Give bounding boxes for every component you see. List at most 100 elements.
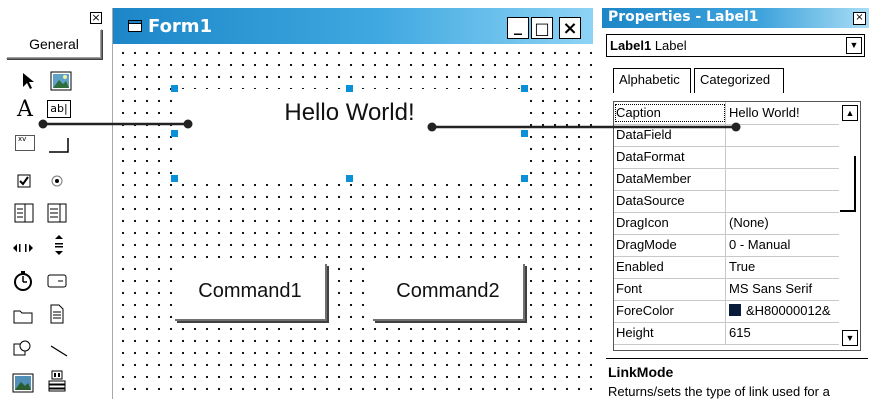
property-row[interactable]: DragMode 0 - Manual (614, 234, 860, 257)
checkbox-icon[interactable] (11, 168, 37, 194)
property-name: DragIcon (616, 215, 669, 230)
resize-handle-top-right[interactable] (521, 85, 528, 92)
form-design-surface[interactable]: Hello World! Command1 Command2 (113, 44, 593, 399)
maximize-icon: □ (534, 18, 550, 38)
drivelistbox-icon[interactable] (44, 268, 70, 294)
property-value-forecolor[interactable]: &H80000012& (729, 303, 839, 318)
properties-close-button[interactable]: × (853, 12, 866, 25)
scroll-down-icon[interactable]: ▼ (842, 330, 858, 346)
properties-titlebar[interactable]: Properties - Label1 × (602, 8, 869, 28)
column-divider (725, 102, 726, 124)
line-icon[interactable] (46, 338, 72, 364)
shape-icon[interactable] (10, 336, 36, 362)
form-titlebar[interactable]: Form1 _ □ × (113, 8, 593, 44)
label1-caption: Hello World! (284, 99, 415, 126)
resize-handle-bottom[interactable] (346, 175, 353, 182)
minimize-icon: _ (514, 16, 522, 35)
form-icon (128, 20, 142, 32)
resize-handle-top[interactable] (346, 85, 353, 92)
property-name: ForeColor (616, 303, 674, 318)
timer-icon[interactable] (10, 268, 36, 294)
hscrollbar-icon[interactable] (10, 235, 36, 261)
scroll-thumb[interactable] (840, 156, 856, 212)
property-row[interactable]: ForeColor &H80000012& (614, 300, 860, 323)
description-title: LinkMode (608, 364, 674, 380)
data-icon[interactable] (44, 368, 70, 394)
maximize-button[interactable]: □ (531, 17, 553, 39)
pointer-icon[interactable] (16, 68, 42, 94)
column-divider (725, 256, 726, 278)
resize-handle-bottom-right[interactable] (521, 175, 528, 182)
listbox-icon[interactable] (44, 200, 70, 226)
toolbox-panel: × General A ab| xv (2, 8, 105, 399)
property-value[interactable]: 615 (729, 325, 839, 340)
property-value: &H80000012& (746, 303, 831, 318)
tab-categorized[interactable]: Categorized (694, 68, 784, 93)
property-name: Height (616, 325, 654, 340)
label1-control[interactable]: Hello World! (174, 89, 525, 179)
property-row[interactable]: DataField (614, 124, 860, 147)
commandbutton-icon[interactable] (46, 132, 72, 158)
property-row[interactable]: DragIcon (None) (614, 212, 860, 235)
property-value[interactable]: True (729, 259, 839, 274)
resize-handle-bottom-left[interactable] (171, 175, 178, 182)
label-icon[interactable]: A (12, 96, 38, 122)
resize-handle-right[interactable] (521, 130, 528, 137)
properties-grid[interactable]: Caption Hello World! DataField DataForma… (613, 101, 861, 351)
close-icon: × (562, 17, 578, 39)
chevron-down-icon[interactable]: ▼ (846, 37, 862, 54)
property-row[interactable]: DataSource (614, 190, 860, 213)
property-value[interactable]: (None) (729, 215, 839, 230)
form-window: Form1 _ □ × Hello World! Command1 Comman… (112, 8, 593, 399)
column-divider (725, 278, 726, 300)
property-name: DragMode (616, 237, 677, 252)
properties-title: Properties - Label1 (608, 9, 759, 25)
form-title: Form1 (148, 16, 213, 37)
vscrollbar-icon[interactable] (46, 232, 72, 258)
minimize-button[interactable]: _ (507, 17, 529, 39)
object-type: Label (654, 38, 687, 53)
property-row[interactable]: DataFormat (614, 146, 860, 169)
close-button[interactable]: × (559, 17, 581, 39)
frame-icon[interactable]: xv (12, 130, 38, 156)
property-row[interactable]: Caption Hello World! (614, 102, 860, 125)
property-value[interactable]: Hello World! (729, 105, 839, 120)
command1-button[interactable]: Command1 (175, 264, 327, 321)
property-row[interactable]: DataMember (614, 168, 860, 191)
column-divider (725, 146, 726, 168)
dirlistbox-icon[interactable] (10, 303, 36, 329)
description-divider (606, 358, 868, 359)
resize-handle-left[interactable] (171, 130, 178, 137)
column-divider (725, 322, 726, 344)
properties-scrollbar[interactable]: ▲ ▼ (839, 102, 860, 350)
column-divider (725, 234, 726, 256)
toolbox-close-button[interactable]: × (90, 12, 102, 24)
column-divider (725, 124, 726, 146)
optionbutton-icon[interactable] (44, 168, 70, 194)
property-row[interactable]: Height 615 (614, 322, 860, 345)
tab-alphabetic[interactable]: Alphabetic (613, 68, 691, 93)
resize-handle-top-left[interactable] (171, 85, 178, 92)
property-row[interactable]: Font MS Sans Serif (614, 278, 860, 301)
property-value[interactable]: MS Sans Serif (729, 281, 839, 296)
textbox-icon[interactable]: ab| (46, 96, 72, 122)
toolbox-tab-general[interactable]: General (6, 29, 102, 59)
command2-button[interactable]: Command2 (373, 264, 525, 321)
property-name: DataMember (616, 171, 692, 186)
column-divider (725, 300, 726, 322)
property-name: Enabled (616, 259, 664, 274)
image-icon[interactable] (10, 370, 36, 396)
color-swatch (729, 304, 741, 316)
picturebox-icon[interactable] (48, 68, 74, 94)
property-row[interactable]: Enabled True (614, 256, 860, 279)
property-name: DataFormat (616, 149, 685, 164)
property-name: DataSource (616, 193, 685, 208)
scroll-up-icon[interactable]: ▲ (842, 105, 858, 121)
properties-window: Properties - Label1 × Label1 Label ▼ Alp… (602, 8, 869, 399)
object-dropdown[interactable]: Label1 Label ▼ (606, 34, 865, 57)
property-value[interactable]: 0 - Manual (729, 237, 839, 252)
column-divider (725, 168, 726, 190)
filelistbox-icon[interactable] (44, 301, 70, 327)
column-divider (725, 190, 726, 212)
combobox-icon[interactable] (11, 200, 37, 226)
